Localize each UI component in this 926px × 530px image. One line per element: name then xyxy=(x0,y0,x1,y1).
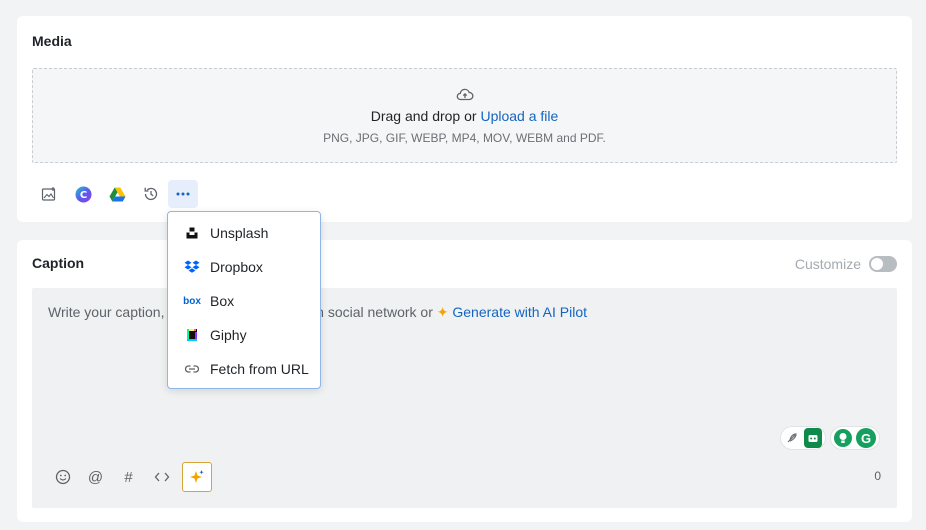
menu-item-label: Fetch from URL xyxy=(210,361,309,377)
menu-item-giphy[interactable]: Giphy xyxy=(168,318,320,352)
customize-control[interactable]: Customize xyxy=(795,256,897,272)
extension-group-left xyxy=(780,426,826,450)
caption-editor[interactable]: Write your caption, th social network or… xyxy=(32,288,897,508)
more-sources-button[interactable] xyxy=(168,180,198,208)
emoji-button[interactable] xyxy=(46,462,79,492)
menu-item-label: Unsplash xyxy=(210,225,269,241)
menu-item-dropbox[interactable]: Dropbox xyxy=(168,250,320,284)
ai-sparkle-icon: ✦ xyxy=(436,304,449,320)
dropzone-text: Drag and drop or xyxy=(370,108,477,124)
placeholder-start: Write your caption, xyxy=(48,304,165,320)
extension-group-right: G xyxy=(830,426,880,450)
giphy-icon xyxy=(184,327,200,343)
feather-extension-icon[interactable] xyxy=(784,429,801,447)
customize-label: Customize xyxy=(794,256,861,272)
menu-item-unsplash[interactable]: Unsplash xyxy=(168,216,320,250)
google-drive-icon xyxy=(109,187,125,201)
history-button[interactable] xyxy=(134,180,168,208)
canva-button[interactable]: C xyxy=(66,180,100,208)
cloud-upload-icon xyxy=(456,88,474,101)
history-icon xyxy=(144,187,158,201)
dropzone-formats: PNG, JPG, GIF, WEBP, MP4, MOV, WEBM and … xyxy=(323,131,606,145)
grammarly-icon[interactable]: G xyxy=(856,428,876,448)
ai-assist-button[interactable] xyxy=(182,462,212,492)
generate-ai-link[interactable]: Generate with AI Pilot xyxy=(452,304,587,320)
more-sources-menu: Unsplash Dropbox box Box Giphy Fetch fro… xyxy=(167,211,321,389)
bulb-extension-icon[interactable] xyxy=(834,429,852,447)
more-icon xyxy=(176,192,190,196)
caption-title: Caption xyxy=(32,255,85,271)
media-card: Media Drag and drop or Upload a file PNG… xyxy=(17,16,912,222)
image-library-icon xyxy=(41,187,56,201)
code-button[interactable] xyxy=(145,462,178,492)
customize-toggle[interactable] xyxy=(869,256,897,272)
code-icon xyxy=(154,472,169,482)
character-count: 0 xyxy=(874,469,881,483)
google-drive-button[interactable] xyxy=(100,180,134,208)
emoji-icon xyxy=(55,469,70,485)
media-tools: C xyxy=(32,180,198,208)
upload-file-link[interactable]: Upload a file xyxy=(480,108,558,124)
editor-toolbar: @ # xyxy=(46,462,212,492)
media-title: Media xyxy=(32,33,72,49)
canva-icon: C xyxy=(75,186,91,202)
upload-dropzone[interactable]: Drag and drop or Upload a file PNG, JPG,… xyxy=(32,68,897,163)
box-icon: box xyxy=(183,295,201,307)
ai-sparkle-icon xyxy=(190,470,204,483)
dropzone-instructions: Drag and drop or Upload a file xyxy=(33,108,896,124)
dropbox-icon xyxy=(184,259,200,275)
mention-icon: @ xyxy=(87,468,104,486)
unsplash-icon xyxy=(184,225,200,241)
hashtag-button[interactable]: # xyxy=(112,462,145,492)
menu-item-fetch-url[interactable]: Fetch from URL xyxy=(168,352,320,386)
svg-text:C: C xyxy=(79,190,86,201)
hashtag-icon: # xyxy=(124,468,133,486)
caption-card: Caption Customize Write your caption, th… xyxy=(17,240,912,522)
menu-item-label: Giphy xyxy=(210,327,247,343)
placeholder-end: th social network or xyxy=(312,304,433,320)
menu-item-label: Dropbox xyxy=(210,259,263,275)
link-icon xyxy=(184,361,200,377)
image-library-button[interactable] xyxy=(32,180,66,208)
mention-button[interactable]: @ xyxy=(79,462,112,492)
bot-extension-icon[interactable] xyxy=(804,428,822,448)
menu-item-label: Box xyxy=(210,293,235,309)
menu-item-box[interactable]: box Box xyxy=(168,284,320,318)
